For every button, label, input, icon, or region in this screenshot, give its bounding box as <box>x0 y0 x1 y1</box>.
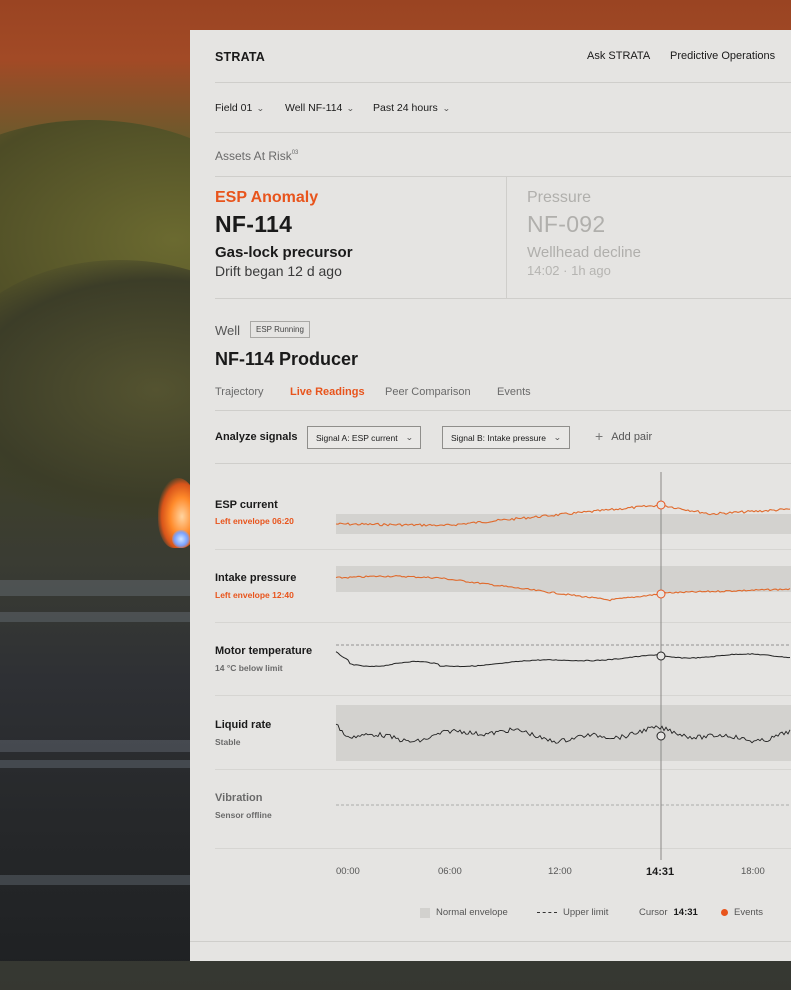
background-pipeline <box>0 580 190 596</box>
legend-cursor-label: Cursor <box>639 907 668 918</box>
footer-divider <box>190 941 791 942</box>
signal-chart[interactable] <box>190 30 791 961</box>
dashboard-panel: STRATA Ask STRATA Predictive Operations … <box>190 30 791 961</box>
dashed-line-swatch <box>537 912 557 913</box>
intake-pressure-envelope <box>336 566 791 592</box>
liquid-rate-cursor-marker <box>656 731 666 741</box>
time-tick: 12:00 <box>548 866 572 877</box>
envelope-swatch <box>420 907 430 918</box>
legend-upper-limit: Upper limit <box>537 907 608 918</box>
motor-temperature-trace <box>335 651 791 668</box>
time-tick: 06:00 <box>438 866 462 877</box>
time-tick: 00:00 <box>336 866 360 877</box>
legend-cursor: Cursor 14:31 <box>639 907 698 918</box>
esp-current-cursor-marker <box>656 500 666 510</box>
background-pipeline <box>0 740 190 752</box>
esp-current-envelope <box>336 514 791 534</box>
event-dot-icon <box>721 909 728 916</box>
gas-flare-core <box>172 530 190 548</box>
legend-upper-limit-label: Upper limit <box>563 907 609 918</box>
legend-events-label: Events <box>734 907 764 918</box>
background-pipeline <box>0 760 190 768</box>
legend-envelope-label: Normal envelope <box>436 907 508 918</box>
background-pipeline <box>0 612 190 622</box>
legend-events: Events <box>721 907 763 918</box>
background-pipeline <box>0 875 190 885</box>
legend-cursor-value: 14:31 <box>673 907 698 918</box>
time-tick-cursor: 14:31 <box>646 866 675 878</box>
background-ground <box>0 961 791 990</box>
liquid-rate-envelope <box>336 705 791 761</box>
motor-temperature-cursor-marker <box>656 651 666 661</box>
intake-pressure-cursor-marker <box>656 589 666 599</box>
time-tick: 18:00 <box>741 866 765 877</box>
legend-normal-envelope: Normal envelope <box>420 907 508 918</box>
